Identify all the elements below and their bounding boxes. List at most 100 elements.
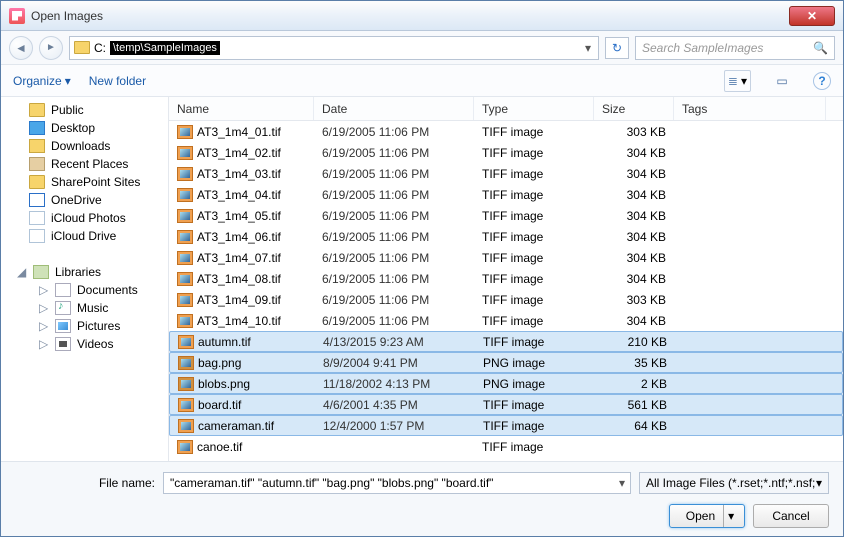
file-name: AT3_1m4_02.tif (197, 146, 281, 160)
back-button[interactable]: ◄ (9, 36, 33, 60)
filename-field[interactable] (164, 474, 614, 492)
file-row[interactable]: AT3_1m4_02.tif6/19/2005 11:06 PMTIFF ima… (169, 142, 843, 163)
file-type: TIFF image (475, 419, 595, 433)
file-date: 6/19/2005 11:06 PM (314, 314, 474, 328)
file-type: TIFF image (474, 314, 594, 328)
file-row[interactable]: AT3_1m4_03.tif6/19/2005 11:06 PMTIFF ima… (169, 163, 843, 184)
file-row[interactable]: AT3_1m4_04.tif6/19/2005 11:06 PMTIFF ima… (169, 184, 843, 205)
file-row[interactable]: cameraman.tif12/4/2000 1:57 PMTIFF image… (169, 415, 843, 436)
sidebar-item-label: Pictures (77, 319, 120, 333)
close-button[interactable]: ✕ (789, 6, 835, 26)
sidebar-item[interactable]: ▷Videos (9, 335, 168, 353)
file-row[interactable]: AT3_1m4_10.tif6/19/2005 11:06 PMTIFF ima… (169, 310, 843, 331)
toolbar: Organize ▾ New folder ≣ ▾ ▭ ? (1, 65, 843, 97)
filename-input[interactable]: ▾ (163, 472, 631, 494)
file-name: canoe.tif (197, 440, 242, 454)
file-name: AT3_1m4_08.tif (197, 272, 281, 286)
sidebar-item[interactable]: iCloud Drive (9, 227, 168, 245)
file-name: blobs.png (198, 377, 250, 391)
file-row[interactable]: AT3_1m4_08.tif6/19/2005 11:06 PMTIFF ima… (169, 268, 843, 289)
forward-button[interactable]: ► (39, 36, 63, 60)
image-file-icon (177, 230, 193, 244)
view-options-button[interactable]: ≣ ▾ (724, 70, 751, 92)
image-file-icon (178, 419, 194, 433)
file-row[interactable]: blobs.png11/18/2002 4:13 PMPNG image2 KB (169, 373, 843, 394)
filename-dropdown-icon[interactable]: ▾ (614, 476, 630, 490)
sidebar-item[interactable]: SharePoint Sites (9, 173, 168, 191)
cancel-button[interactable]: Cancel (753, 504, 829, 528)
sidebar-item-label: Recent Places (51, 157, 128, 171)
image-file-icon (177, 167, 193, 181)
sidebar-item-label: Desktop (51, 121, 95, 135)
address-bar[interactable]: C:\temp\SampleImages ▾ (69, 36, 599, 60)
file-row[interactable]: AT3_1m4_07.tif6/19/2005 11:06 PMTIFF ima… (169, 247, 843, 268)
file-type: TIFF image (474, 188, 594, 202)
file-size: 304 KB (594, 167, 674, 181)
new-folder-button[interactable]: New folder (89, 74, 146, 88)
refresh-button[interactable]: ↻ (605, 37, 629, 59)
file-filter-dropdown[interactable]: All Image Files (*.rset;*.ntf;*.nsf; ▾ (639, 472, 829, 494)
file-row[interactable]: board.tif4/6/2001 4:35 PMTIFF image561 K… (169, 394, 843, 415)
expand-icon[interactable]: ▷ (39, 337, 49, 351)
file-row[interactable]: AT3_1m4_01.tif6/19/2005 11:06 PMTIFF ima… (169, 121, 843, 142)
preview-pane-button[interactable]: ▭ (769, 70, 795, 92)
file-size: 64 KB (595, 419, 675, 433)
file-type: TIFF image (475, 335, 595, 349)
organize-button[interactable]: Organize ▾ (13, 74, 71, 88)
file-row[interactable]: AT3_1m4_09.tif6/19/2005 11:06 PMTIFF ima… (169, 289, 843, 310)
column-type[interactable]: Type (474, 97, 594, 120)
expand-icon[interactable]: ◢ (17, 265, 27, 279)
sidebar-item[interactable]: Desktop (9, 119, 168, 137)
image-file-icon (177, 125, 193, 139)
file-name: AT3_1m4_05.tif (197, 209, 281, 223)
sidebar-item[interactable]: Public (9, 101, 168, 119)
sidebar-item[interactable]: Recent Places (9, 155, 168, 173)
file-row[interactable]: AT3_1m4_05.tif6/19/2005 11:06 PMTIFF ima… (169, 205, 843, 226)
sidebar-item[interactable]: OneDrive (9, 191, 168, 209)
libraries-label: Libraries (55, 265, 101, 279)
library-icon (55, 319, 71, 333)
sidebar-item[interactable]: iCloud Photos (9, 209, 168, 227)
sidebar-tree[interactable]: Public Desktop Downloads Recent Places Share… (1, 97, 169, 461)
file-name: board.tif (198, 398, 241, 412)
column-size[interactable]: Size (594, 97, 674, 120)
file-size: 303 KB (594, 125, 674, 139)
image-file-icon (178, 356, 194, 370)
file-row[interactable]: autumn.tif4/13/2015 9:23 AMTIFF image210… (169, 331, 843, 352)
file-name: bag.png (198, 356, 241, 370)
address-path-highlight: \temp\SampleImages (110, 41, 220, 55)
help-button[interactable]: ? (813, 72, 831, 90)
address-dropdown-icon[interactable]: ▾ (582, 41, 594, 55)
list-view-icon: ≣ (728, 74, 738, 88)
open-button[interactable]: Open ▾ (669, 504, 745, 528)
file-size: 304 KB (594, 272, 674, 286)
footer: File name: ▾ All Image Files (*.rset;*.n… (1, 461, 843, 536)
expand-icon[interactable]: ▷ (39, 301, 49, 315)
file-type: TIFF image (474, 167, 594, 181)
file-size: 304 KB (594, 230, 674, 244)
file-date: 8/9/2004 9:41 PM (315, 356, 475, 370)
sidebar-item[interactable]: ▷Documents (9, 281, 168, 299)
search-input[interactable]: Search SampleImages 🔍 (635, 36, 835, 60)
file-type: TIFF image (474, 440, 594, 454)
column-date[interactable]: Date (314, 97, 474, 120)
column-tags[interactable]: Tags (674, 97, 826, 120)
sidebar-item-label: SharePoint Sites (51, 175, 140, 189)
sidebar-item[interactable]: ▷Music (9, 299, 168, 317)
libraries-node[interactable]: ◢ Libraries (9, 263, 168, 281)
file-list[interactable]: AT3_1m4_01.tif6/19/2005 11:06 PMTIFF ima… (169, 121, 843, 461)
column-name[interactable]: Name (169, 97, 314, 120)
file-row[interactable]: bag.png8/9/2004 9:41 PMPNG image35 KB (169, 352, 843, 373)
filename-label: File name: (15, 476, 155, 490)
sidebar-item-label: OneDrive (51, 193, 102, 207)
open-split-dropdown[interactable]: ▾ (723, 505, 738, 527)
file-row[interactable]: canoe.tif TIFF image (169, 436, 843, 457)
file-size: 561 KB (595, 398, 675, 412)
file-type: TIFF image (474, 251, 594, 265)
image-file-icon (178, 377, 194, 391)
expand-icon[interactable]: ▷ (39, 283, 49, 297)
sidebar-item[interactable]: ▷ Pictures (9, 317, 168, 335)
file-row[interactable]: AT3_1m4_06.tif6/19/2005 11:06 PMTIFF ima… (169, 226, 843, 247)
expand-icon[interactable]: ▷ (39, 319, 49, 333)
sidebar-item[interactable]: Downloads (9, 137, 168, 155)
